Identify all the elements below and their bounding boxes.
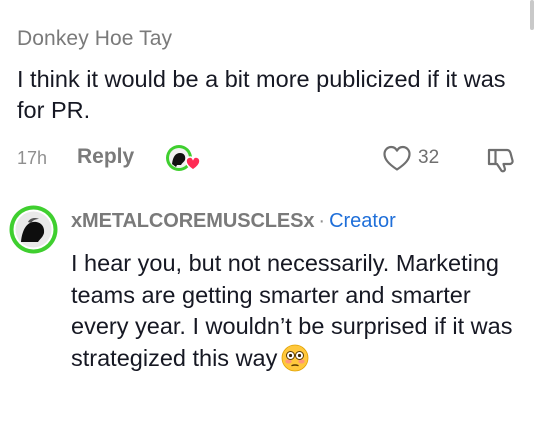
reply-body: I hear you, but not necessarily. Marketi… (71, 248, 531, 374)
reply-button[interactable]: Reply (77, 145, 134, 169)
separator-dot: · (318, 210, 326, 232)
scrollbar[interactable] (530, 0, 534, 30)
creator-liked-icon (166, 145, 201, 171)
reply-author[interactable]: xMETALCOREMUSCLESx (71, 210, 315, 232)
reply-header: xMETALCOREMUSCLESx · Creator (71, 210, 396, 233)
comment-thread: Donkey Hoe Tay I think it would be a bit… (0, 0, 540, 431)
comment-timestamp: 17h (17, 148, 48, 168)
comment-text: I think it would be a bit more publicize… (17, 66, 506, 123)
like-count: 32 (418, 147, 440, 168)
comment-author[interactable]: Donkey Hoe Tay (17, 27, 172, 51)
comment-actions: 17h Reply 32 (17, 143, 522, 175)
creator-badge: Creator (329, 210, 396, 232)
heart-outline-icon[interactable] (382, 144, 412, 172)
flushed-face-emoji-icon (281, 344, 309, 371)
dislike-icon[interactable] (486, 145, 516, 173)
avatar[interactable] (8, 204, 59, 255)
